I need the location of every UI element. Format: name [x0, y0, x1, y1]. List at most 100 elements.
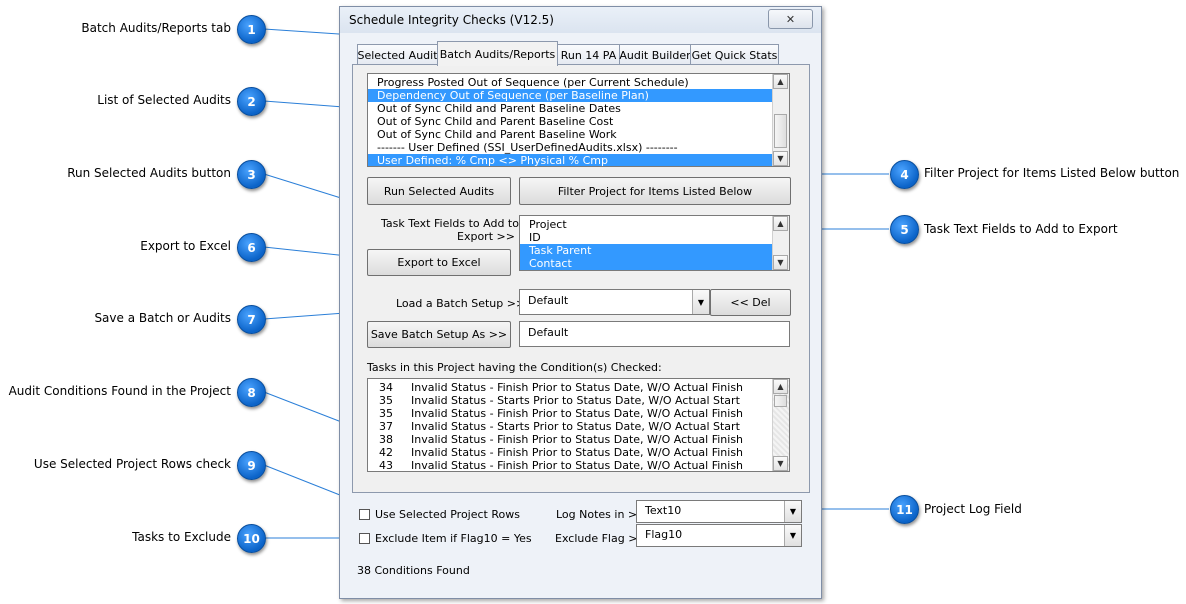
chevron-down-icon[interactable]: ▼ [784, 525, 801, 546]
tab-audit-builder[interactable]: Audit Builder [619, 44, 691, 65]
callout-label-6: Export to Excel [140, 239, 231, 253]
close-icon: ✕ [785, 12, 796, 26]
task-id: 38 [379, 433, 393, 446]
callout-label-5: Task Text Fields to Add to Export [924, 222, 1118, 236]
callout-badge-1: 1 [237, 15, 266, 44]
scroll-down-icon[interactable]: ▼ [773, 151, 788, 166]
tasks-scrollbar[interactable]: ▲ ▼ [772, 379, 789, 471]
field-list-item[interactable]: Contact [520, 257, 772, 270]
callout-badge-7: 7 [237, 305, 266, 334]
filter-project-button[interactable]: Filter Project for Items Listed Below [519, 177, 791, 205]
title-bar[interactable]: Schedule Integrity Checks (V12.5) ✕ [340, 7, 821, 33]
tab-selected-audit[interactable]: Selected Audit [357, 44, 438, 65]
task-id: 37 [379, 420, 393, 433]
task-condition: Invalid Status - Finish Prior to Status … [411, 381, 744, 394]
callout-label-7: Save a Batch or Audits [94, 311, 231, 325]
tab-run-14-pa[interactable]: Run 14 PA [557, 44, 620, 65]
callout-badge-4: 4 [890, 160, 919, 189]
task-id: 35 [379, 394, 393, 407]
log-notes-label: Log Notes in > [556, 508, 638, 521]
callout-badge-3: 3 [237, 160, 266, 189]
log-notes-value: Text10 [645, 504, 682, 517]
scroll-thumb[interactable] [774, 395, 787, 407]
scroll-thumb[interactable] [774, 114, 787, 148]
audit-list-item[interactable]: Progress Posted Out of Sequence (per Cur… [368, 76, 772, 89]
table-row[interactable]: 42 Invalid Status - Finish Prior to Statu… [368, 446, 763, 459]
task-condition: Invalid Status - Finish Prior to Status … [411, 433, 744, 446]
task-condition: Invalid Status - Starts Prior to Status … [411, 394, 740, 407]
selected-audits-list[interactable]: Progress Posted Out of Sequence (per Cur… [367, 73, 790, 167]
table-row[interactable]: 37 Invalid Status - Starts Prior to Statu… [368, 420, 763, 433]
callout-badge-2: 2 [237, 87, 266, 116]
audit-list-item[interactable]: Dependency Out of Sequence (per Baseline… [368, 89, 772, 102]
callout-badge-10: 10 [237, 524, 266, 553]
callout-label-4: Filter Project for Items Listed Below bu… [924, 166, 1180, 180]
table-row[interactable]: 35 Invalid Status - Finish Prior to Statu… [368, 407, 763, 420]
export-to-excel-button[interactable]: Export to Excel [367, 249, 511, 276]
task-condition: Invalid Status - Finish Prior to Status … [411, 407, 744, 420]
callout-label-11: Project Log Field [924, 502, 1022, 516]
audit-list-item[interactable]: Out of Sync Child and Parent Baseline Co… [368, 115, 772, 128]
task-condition: Invalid Status - Finish Prior to Status … [411, 446, 744, 459]
callout-label-3: Run Selected Audits button [67, 166, 231, 180]
save-batch-setup-value: Default [528, 326, 569, 339]
scroll-down-icon[interactable]: ▼ [773, 255, 788, 270]
chevron-down-icon[interactable]: ▼ [784, 501, 801, 522]
tasks-conditions-label: Tasks in this Project having the Conditi… [367, 361, 662, 374]
exclude-flag-checkbox[interactable] [359, 533, 370, 544]
table-row[interactable]: 35 Invalid Status - Starts Prior to Statu… [368, 394, 763, 407]
callout-line-7 [263, 312, 346, 320]
field-list-item[interactable]: ID [520, 231, 772, 244]
task-id: 43 [379, 459, 393, 472]
task-text-fields-list[interactable]: Project ID Task Parent Contact ▲ ▼ [519, 215, 790, 271]
task-id: 35 [379, 407, 393, 420]
window-title: Schedule Integrity Checks (V12.5) [349, 13, 554, 27]
load-batch-setup-select[interactable]: Default ▼ [519, 289, 710, 315]
close-button[interactable]: ✕ [768, 9, 813, 29]
scroll-up-icon[interactable]: ▲ [773, 74, 788, 89]
callout-badge-6: 6 [237, 233, 266, 262]
tab-get-quick-stats[interactable]: Get Quick Stats [690, 44, 779, 65]
audit-list-item[interactable]: User Defined: % Cmp <> Physical % Cmp [368, 154, 772, 166]
save-batch-setup-input[interactable]: Default [519, 321, 790, 347]
task-condition: Invalid Status - Finish Prior to Status … [411, 459, 744, 472]
exclude-flag-select[interactable]: Flag10 ▼ [636, 524, 802, 547]
audit-list-item[interactable]: Out of Sync Child and Parent Baseline Wo… [368, 128, 772, 141]
load-batch-setup-value: Default [528, 294, 569, 307]
table-row[interactable]: 38 Invalid Status - Finish Prior to Statu… [368, 433, 763, 446]
field-list-item[interactable]: Project [520, 218, 772, 231]
tab-batch-audits-reports[interactable]: Batch Audits/Reports [437, 41, 558, 66]
callout-badge-8: 8 [237, 378, 266, 407]
load-batch-setup-label: Load a Batch Setup >> [396, 297, 526, 310]
scroll-up-icon[interactable]: ▲ [773, 216, 788, 231]
fields-scrollbar[interactable]: ▲ ▼ [772, 216, 789, 270]
exclude-flag-label: Exclude Flag > [555, 532, 638, 545]
log-notes-select[interactable]: Text10 ▼ [636, 500, 802, 523]
callout-label-9: Use Selected Project Rows check [33, 457, 231, 471]
callout-badge-11: 11 [890, 495, 919, 524]
audit-list-item[interactable]: Out of Sync Child and Parent Baseline Da… [368, 102, 772, 115]
callout-badge-9: 9 [237, 451, 266, 480]
schedule-integrity-dialog: Schedule Integrity Checks (V12.5) ✕ Sele… [339, 6, 822, 599]
table-row[interactable]: 43 Invalid Status - Finish Prior to Statu… [368, 459, 763, 472]
callout-label-8: Audit Conditions Found in the Project [8, 384, 231, 398]
chevron-down-icon[interactable]: ▼ [692, 290, 709, 314]
tasks-conditions-list[interactable]: 34 Invalid Status - Finish Prior to Statu… [367, 378, 790, 472]
audits-scrollbar[interactable]: ▲ ▼ [772, 74, 789, 166]
scroll-down-icon[interactable]: ▼ [773, 456, 788, 471]
save-batch-setup-button[interactable]: Save Batch Setup As >> [367, 321, 511, 348]
use-selected-rows-checkbox[interactable] [359, 509, 370, 520]
exclude-flag-value: Flag10 [645, 528, 683, 541]
table-row[interactable]: 34 Invalid Status - Finish Prior to Statu… [368, 381, 763, 394]
callout-badge-5: 5 [890, 215, 919, 244]
run-selected-audits-button[interactable]: Run Selected Audits [367, 177, 511, 205]
task-text-fields-label: Task Text Fields to Add to [381, 217, 519, 230]
field-list-item[interactable]: Task Parent [520, 244, 772, 257]
audit-list-item[interactable]: ------- User Defined (SSI_UserDefinedAud… [368, 141, 772, 154]
callout-label-2: List of Selected Audits [97, 93, 231, 107]
delete-batch-button[interactable]: << Del [710, 289, 791, 316]
task-text-fields-label-2: Export >> [457, 230, 515, 243]
callout-line-9 [263, 464, 351, 500]
scroll-up-icon[interactable]: ▲ [773, 379, 788, 394]
use-selected-rows-label: Use Selected Project Rows [375, 508, 520, 521]
